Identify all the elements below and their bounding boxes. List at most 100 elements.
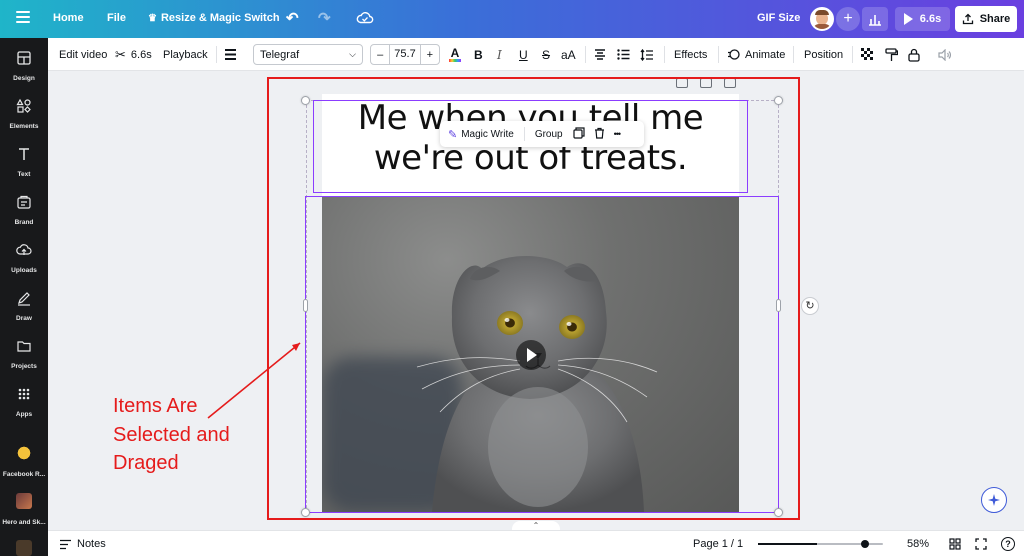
volume-icon[interactable] xyxy=(938,38,952,71)
share-button[interactable]: Share xyxy=(955,6,1017,32)
edit-video-button[interactable]: Edit video xyxy=(59,38,107,71)
app-thumb-icon xyxy=(16,540,32,556)
cloud-save-icon[interactable] xyxy=(356,10,374,26)
bottom-bar: Notes Page 1 / 1 58% ? xyxy=(48,530,1024,556)
italic-button[interactable]: I xyxy=(497,38,502,71)
sidebar-item-draw[interactable]: Draw xyxy=(0,290,48,323)
underline-button[interactable]: U xyxy=(519,38,528,71)
font-family-select[interactable]: Telegraf ⌵ xyxy=(253,44,363,65)
resize-label: Resize & Magic Switch xyxy=(160,12,280,24)
lock-icon[interactable] xyxy=(908,38,920,71)
sidebar-item-brand[interactable]: Brand xyxy=(0,194,48,227)
align-center-icon[interactable] xyxy=(594,38,606,71)
analytics-button[interactable] xyxy=(862,7,888,31)
sidebar-item-extra[interactable] xyxy=(0,540,48,556)
effects-button[interactable]: Effects xyxy=(674,38,707,71)
home-button[interactable]: Home xyxy=(53,12,84,24)
sidebar-item-label: Projects xyxy=(11,363,37,370)
chevron-down-icon: ⌵ xyxy=(349,49,356,59)
help-button[interactable]: ? xyxy=(1001,531,1015,556)
collapse-timeline-button[interactable]: ⌃ xyxy=(512,521,560,530)
divider xyxy=(585,46,586,63)
split-button[interactable]: ✂ 6.6s xyxy=(115,38,152,71)
sidebar-item-apps[interactable]: Apps xyxy=(0,386,48,419)
redo-icon[interactable]: ↷ xyxy=(318,9,331,27)
play-button[interactable]: 6.6s xyxy=(895,7,950,31)
text-color-button[interactable]: A xyxy=(449,38,461,71)
editor-toolbar: Edit video ✂ 6.6s Playback Telegraf ⌵ – … xyxy=(48,38,1024,71)
zoom-percent[interactable]: 58% xyxy=(907,531,929,556)
list-icon[interactable] xyxy=(617,38,630,71)
sidebar-item-text[interactable]: Text xyxy=(0,146,48,179)
decrease-size-button[interactable]: – xyxy=(371,49,389,61)
sidebar-item-label: Brand xyxy=(14,219,34,226)
divider xyxy=(718,46,719,63)
divider xyxy=(852,46,853,63)
sidebar-item-label: Design xyxy=(13,75,35,82)
share-label: Share xyxy=(979,13,1011,25)
apps-grid-icon xyxy=(18,388,30,400)
sidebar-item-elements[interactable]: Elements xyxy=(0,98,48,131)
rotate-icon[interactable]: ↻ xyxy=(801,297,819,315)
sidebar-item-label: Apps xyxy=(15,411,33,418)
position-button[interactable]: Position xyxy=(804,38,843,71)
avatar[interactable] xyxy=(810,7,834,31)
menu-icon[interactable] xyxy=(16,11,30,25)
sidebar-item-design[interactable]: Design xyxy=(0,50,48,83)
gif-size-label[interactable]: GIF Size xyxy=(757,12,800,24)
play-duration: 6.6s xyxy=(919,13,942,25)
zoom-slider-fill xyxy=(758,543,817,545)
playback-button[interactable]: Playback xyxy=(163,38,208,71)
animate-button[interactable]: Animate xyxy=(727,38,785,71)
font-size-input[interactable]: 75.7 xyxy=(389,45,421,64)
font-size-stepper[interactable]: – 75.7 + xyxy=(370,44,440,65)
crown-icon: ♛ xyxy=(148,12,157,24)
scissors-icon: ✂ xyxy=(115,46,126,62)
annotation-text: Items Are Selected and Draged xyxy=(113,395,230,474)
sidebar-item-label: Facebook R... xyxy=(2,471,46,478)
notes-button[interactable]: Notes xyxy=(59,531,106,556)
draw-icon xyxy=(18,292,30,306)
emoji-app-icon xyxy=(16,445,32,461)
hero-app-icon xyxy=(16,493,32,509)
fullscreen-icon[interactable] xyxy=(975,531,987,556)
sidebar-item-facebook-reactions[interactable]: Facebook R... xyxy=(0,445,48,479)
sparkle-icon xyxy=(988,494,1000,506)
grid-view-icon[interactable] xyxy=(949,531,961,556)
left-sidebar: Design Elements Text Brand Uploads Draw … xyxy=(0,38,48,556)
text-icon xyxy=(19,148,29,160)
increase-size-button[interactable]: + xyxy=(421,49,439,61)
split-duration: 6.6s xyxy=(130,48,152,61)
line-spacing-icon[interactable] xyxy=(640,38,654,71)
sidebar-item-hero-sketch[interactable]: Hero and Sk... xyxy=(0,493,48,527)
sidebar-item-label: Draw xyxy=(16,315,32,322)
font-name: Telegraf xyxy=(260,48,300,61)
resize-button[interactable]: ♛ Resize & Magic Switch xyxy=(148,12,280,24)
undo-icon[interactable]: ↶ xyxy=(286,9,299,27)
add-collaborator-button[interactable]: + xyxy=(836,7,860,31)
strikethrough-button[interactable]: S xyxy=(542,38,550,71)
help-icon: ? xyxy=(1001,537,1015,551)
paint-roller-icon[interactable] xyxy=(885,38,898,71)
bold-button[interactable]: B xyxy=(474,38,483,71)
shapes-icon xyxy=(16,98,31,113)
folder-icon xyxy=(17,341,31,352)
letter-case-button[interactable]: aA xyxy=(561,38,576,71)
zoom-slider-handle[interactable] xyxy=(860,540,869,548)
text-style-icon[interactable] xyxy=(224,38,237,71)
transparency-icon[interactable] xyxy=(861,38,874,71)
file-menu[interactable]: File xyxy=(107,12,126,24)
brand-icon xyxy=(17,195,31,209)
sidebar-item-label: Text xyxy=(17,171,31,178)
sidebar-item-projects[interactable]: Projects xyxy=(0,338,48,371)
notes-label: Notes xyxy=(77,538,106,550)
page-indicator[interactable]: Page 1 / 1 xyxy=(693,531,743,556)
magic-assistant-button[interactable] xyxy=(981,487,1007,513)
sidebar-item-uploads[interactable]: Uploads xyxy=(0,242,48,275)
bar-chart-icon xyxy=(869,15,881,26)
color-rainbow-bar xyxy=(449,58,461,62)
play-icon xyxy=(903,13,913,25)
sidebar-item-label: Hero and Sk... xyxy=(2,519,46,526)
layout-icon xyxy=(17,51,31,65)
cloud-upload-icon xyxy=(16,244,32,255)
